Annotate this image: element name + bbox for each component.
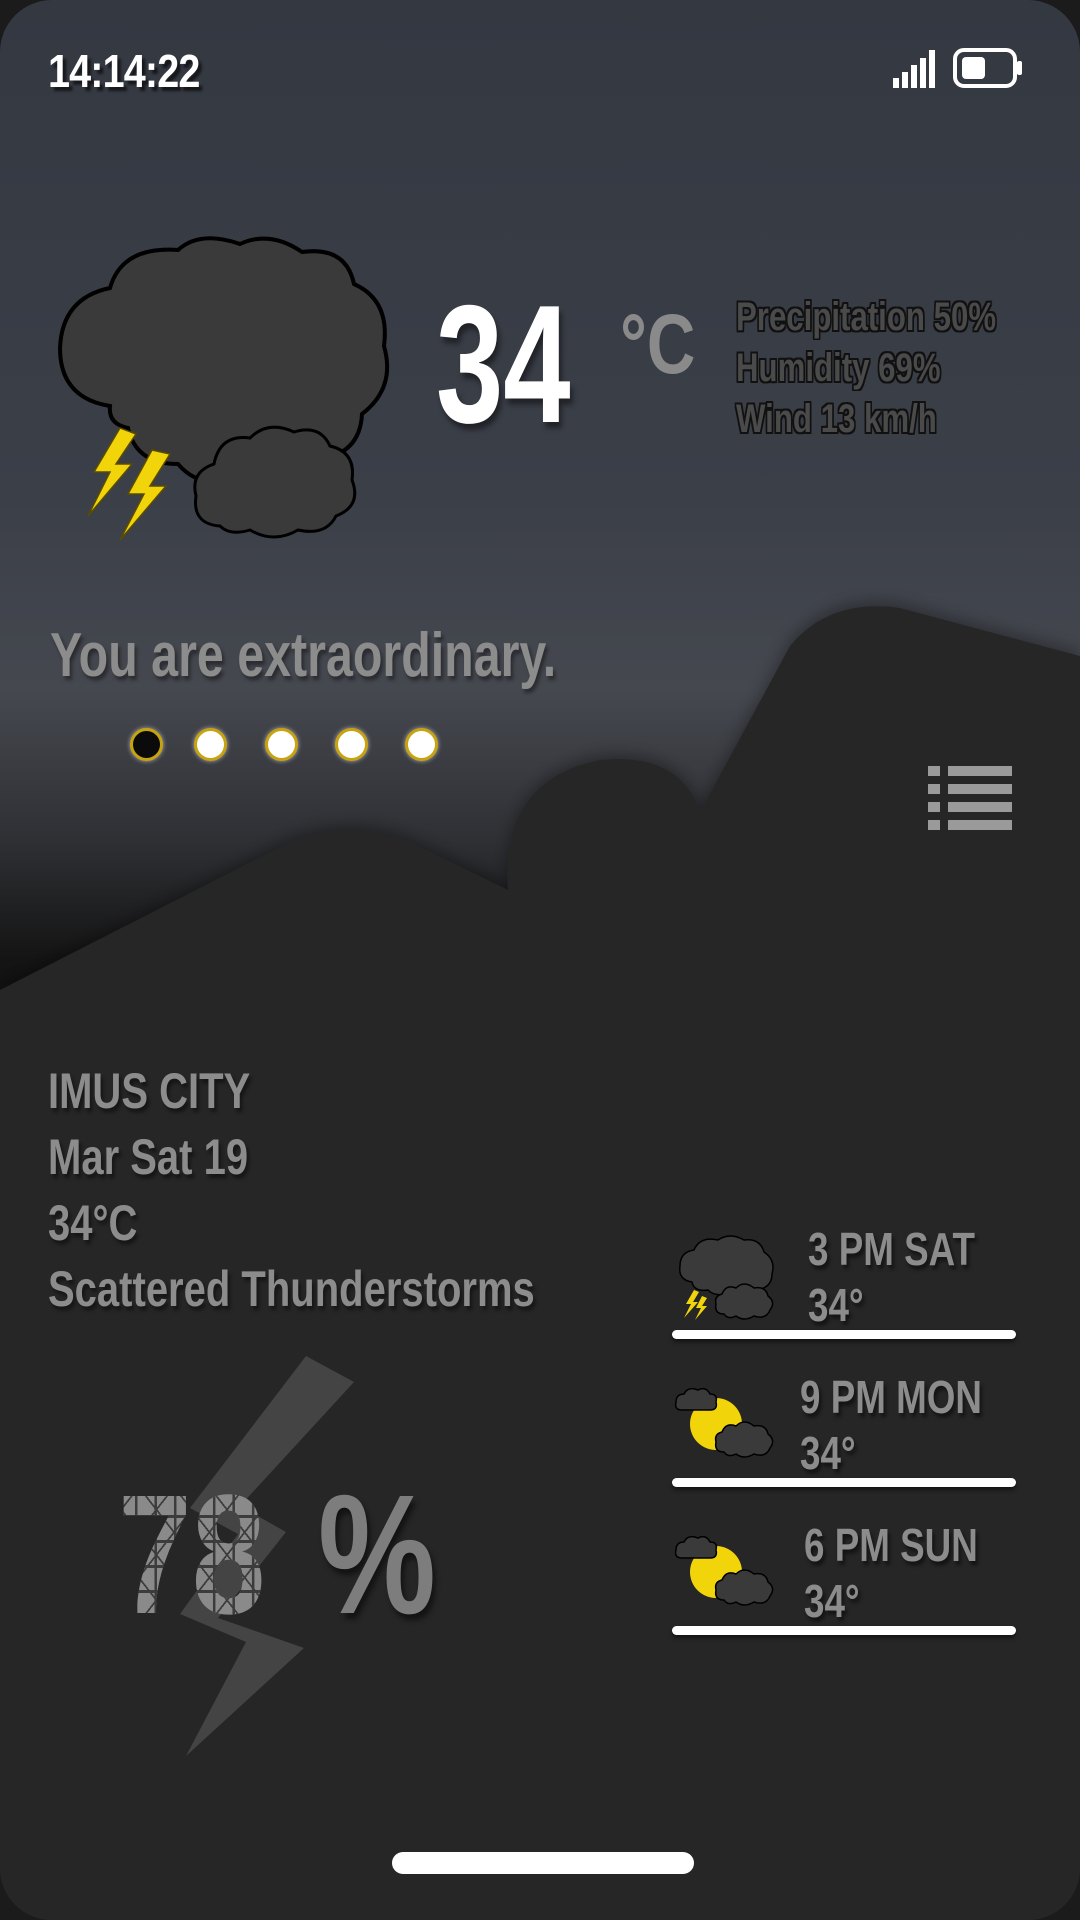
date-text: Mar Sat 19 [48,1129,249,1185]
location-temperature: 34°C [48,1195,138,1251]
wind-text: Wind 13 km/h [736,397,937,441]
forecast-time: 9 PM MON [800,1371,982,1423]
forecast-divider [672,1626,1016,1635]
precipitation-text: Precipitation 50% [736,295,997,339]
cellular-signal-icon [893,50,935,88]
page-dot-5[interactable] [405,728,438,761]
temperature-unit: °C [620,297,696,391]
weather-details: Precipitation 50% Humidity 69% Wind 13 k… [736,292,1076,445]
condition-text: Scattered Thunderstorms [48,1261,535,1317]
page-dot-1[interactable] [130,728,163,761]
humidity-text: Humidity 69% [736,346,941,390]
page-dot-4[interactable] [335,728,368,761]
thunderstorm-cloud-icon [679,1235,774,1320]
forecast-temp: 34° [800,1427,856,1479]
forecast-divider [672,1330,1016,1339]
quote-text: You are extraordinary. [50,621,557,690]
forecast-temp: 34° [804,1575,860,1627]
location-info: IMUS CITY Mar Sat 19 34°C Scattered Thun… [48,1058,656,1322]
percent-value: 78 [118,1460,266,1650]
partly-cloudy-icon [674,1535,774,1606]
weather-screen: 14:14:22 34 °C Precipitation 50% Humidit… [0,0,1080,1920]
forecast-time: 6 PM SUN [804,1519,978,1571]
battery-icon [953,48,1022,88]
list-menu-icon[interactable] [928,766,1012,830]
partly-cloudy-icon [674,1387,774,1458]
page-dot-3[interactable] [265,728,298,761]
page-dot-2[interactable] [194,728,227,761]
status-time: 14:14:22 [48,45,200,97]
current-temperature: 34 [436,270,571,458]
percent-sign: % [318,1460,436,1650]
forecast-time: 3 PM SAT [808,1223,975,1275]
thunderstorm-cloud-icon [57,236,390,541]
forecast-temp: 34° [808,1279,864,1331]
forecast-divider [672,1478,1016,1487]
forecast-item[interactable]: 6 PM SUN 34° [672,1518,1016,1664]
forecast-item[interactable]: 3 PM SAT 34° [672,1222,1016,1368]
forecast-item[interactable]: 9 PM MON 34° [672,1370,1016,1516]
city-name: IMUS CITY [48,1063,251,1119]
home-indicator[interactable] [392,1852,694,1874]
